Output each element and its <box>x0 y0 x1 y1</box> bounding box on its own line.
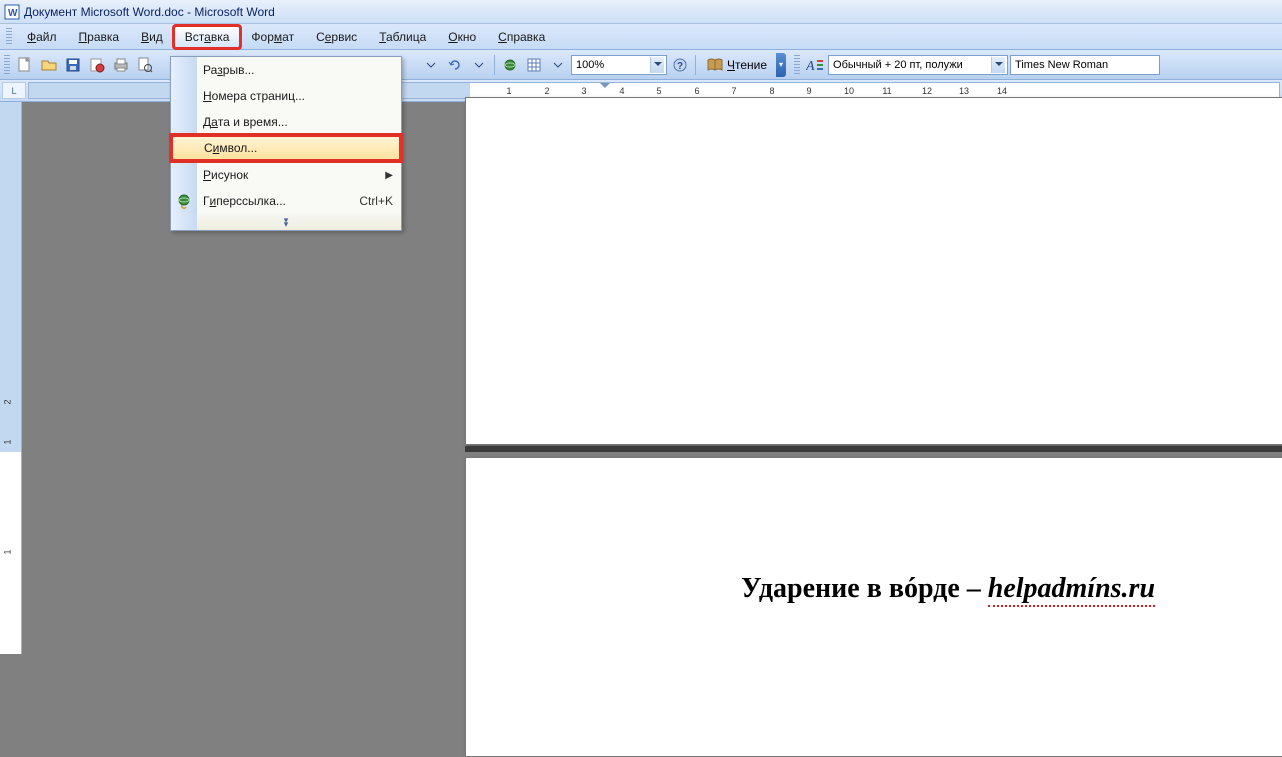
toolbar-separator <box>695 55 696 75</box>
page-1[interactable] <box>465 97 1282 445</box>
menu-shortcut: Ctrl+K <box>359 194 393 208</box>
document-text-line[interactable]: Ударение в вóрде – helpadmíns.ru <box>741 573 1155 605</box>
toolbar-separator <box>494 55 495 75</box>
menu-вид[interactable]: Вид <box>130 26 174 48</box>
menubar-grip[interactable] <box>6 28 12 46</box>
page-separator <box>465 446 1282 452</box>
style-dropdown-icon[interactable] <box>991 57 1005 73</box>
vruler-num: 1 <box>3 439 13 444</box>
toolbar-overflow-button[interactable] <box>776 53 786 77</box>
insert-menu-item[interactable]: Дата и время... <box>171 109 401 135</box>
ruler-number: 9 <box>806 86 811 96</box>
zoom-value: 100% <box>576 59 604 71</box>
tables-dropdown-icon[interactable] <box>547 54 569 76</box>
help-icon[interactable]: ? <box>669 54 691 76</box>
redo-dropdown-icon[interactable] <box>468 54 490 76</box>
ruler-number: 3 <box>581 86 586 96</box>
zoom-dropdown-icon[interactable] <box>650 57 664 73</box>
hyperlink-icon[interactable] <box>499 54 521 76</box>
vruler-inactive: 2 1 <box>0 102 21 452</box>
style-combo[interactable]: Обычный + 20 пт, полужи <box>828 55 1008 75</box>
redo-icon[interactable] <box>444 54 466 76</box>
menu-файл[interactable]: Файл <box>16 26 68 48</box>
insert-menu-item[interactable]: Разрыв... <box>171 57 401 83</box>
ruler-number: 7 <box>731 86 736 96</box>
menu-справка[interactable]: Справка <box>487 26 556 48</box>
ruler-number: 2 <box>544 86 549 96</box>
menu-вставка[interactable]: Вставка <box>174 26 241 48</box>
svg-text:W: W <box>8 8 18 19</box>
vertical-ruler[interactable]: 2 1 1 <box>0 102 22 654</box>
style-value: Обычный + 20 пт, полужи <box>833 59 963 71</box>
toolbar-grip[interactable] <box>794 55 800 75</box>
insert-menu-item[interactable]: Гиперссылка...Ctrl+K <box>171 188 401 214</box>
title-bar: W Документ Microsoft Word.doc - Microsof… <box>0 0 1282 24</box>
toolbar-grip[interactable] <box>4 55 10 75</box>
new-doc-icon[interactable] <box>14 54 36 76</box>
ruler-number: 8 <box>769 86 774 96</box>
word-app-icon: W <box>4 4 20 20</box>
ruler-number: 12 <box>922 86 932 96</box>
vruler-num: 2 <box>3 399 13 404</box>
dropdown-expand-chevron[interactable]: ▾▾ <box>171 214 401 230</box>
ruler-number: 1 <box>506 86 511 96</box>
tables-icon[interactable] <box>523 54 545 76</box>
ruler-number: 14 <box>997 86 1007 96</box>
insert-menu-dropdown: Разрыв...Номера страниц...Дата и время..… <box>170 56 402 231</box>
menu-сервис[interactable]: Сервис <box>305 26 368 48</box>
ruler-number: 5 <box>656 86 661 96</box>
globe-link-icon <box>175 192 193 210</box>
undo-dropdown-icon[interactable] <box>420 54 442 76</box>
open-book-icon <box>707 58 723 72</box>
menu-bar: ФайлПравкаВидВставкаФорматСервисТаблицаО… <box>0 24 1282 50</box>
ruler-number: 11 <box>882 86 891 96</box>
menu-окно[interactable]: Окно <box>437 26 487 48</box>
menu-правка[interactable]: Правка <box>68 26 131 48</box>
permissions-icon[interactable] <box>86 54 108 76</box>
zoom-combo[interactable]: 100% <box>571 55 667 75</box>
ruler-number: 10 <box>844 86 854 96</box>
ruler-number: 6 <box>694 86 699 96</box>
open-icon[interactable] <box>38 54 60 76</box>
font-combo[interactable]: Times New Roman <box>1010 55 1160 75</box>
menu-таблица[interactable]: Таблица <box>368 26 437 48</box>
style-formatting-icon[interactable]: A <box>804 54 826 76</box>
ruler-number: 13 <box>959 86 969 96</box>
ruler-corner[interactable]: L <box>2 82 26 99</box>
font-value: Times New Roman <box>1015 59 1108 71</box>
vruler-num: 1 <box>3 549 13 554</box>
svg-text:?: ? <box>677 61 683 72</box>
print-icon[interactable] <box>110 54 132 76</box>
window-title: Документ Microsoft Word.doc - Microsoft … <box>24 5 275 19</box>
vruler-active: 1 <box>0 452 21 654</box>
first-line-indent-marker[interactable] <box>600 83 610 93</box>
svg-text:A: A <box>806 59 815 73</box>
menu-формат[interactable]: Формат <box>240 26 305 48</box>
text-part1: Ударение в вóрде – <box>741 573 988 604</box>
insert-menu-item[interactable]: Номера страниц... <box>171 83 401 109</box>
reading-label: Чтение <box>727 58 767 72</box>
ruler-number: 4 <box>619 86 624 96</box>
save-icon[interactable] <box>62 54 84 76</box>
insert-menu-item[interactable]: Символ... <box>171 135 401 161</box>
reading-mode-button[interactable]: Чтение <box>700 54 774 76</box>
page-2[interactable]: Ударение в вóрде – helpadmíns.ru <box>465 457 1282 757</box>
text-part2-site: helpadmíns.ru <box>988 573 1155 607</box>
insert-menu-item[interactable]: Рисунок▶ <box>171 162 401 188</box>
print-preview-icon[interactable] <box>134 54 156 76</box>
submenu-arrow-icon: ▶ <box>385 170 393 181</box>
